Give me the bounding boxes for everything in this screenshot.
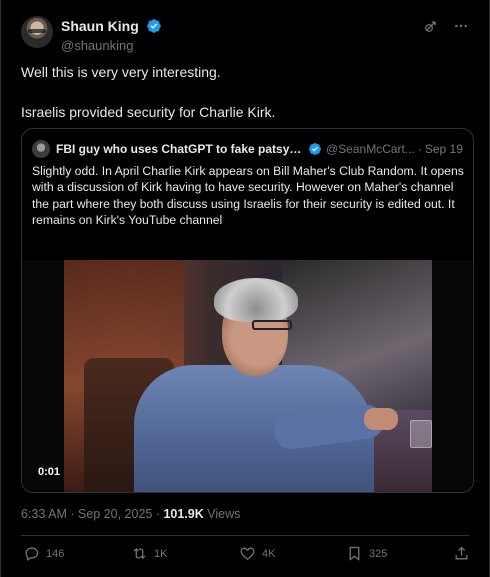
more-icon[interactable] <box>453 18 469 34</box>
share-icon <box>455 546 468 560</box>
bookmark-count: 325 <box>369 547 388 560</box>
quoted-author-avatar[interactable] <box>32 140 50 158</box>
post-frame: Shaun King @shaunking Well this is very … <box>0 0 490 577</box>
author-block[interactable]: Shaun King @shaunking <box>61 17 162 53</box>
views-label: Views <box>203 507 241 521</box>
author-avatar[interactable] <box>21 16 53 48</box>
video-drink-glass <box>410 420 432 448</box>
bookmark-button[interactable]: 325 <box>346 545 387 562</box>
quoted-post-date[interactable]: Sep 19 <box>425 142 463 156</box>
quoted-author-handle[interactable]: @SeanMcCart... <box>326 142 415 156</box>
video-person-hair <box>214 278 298 322</box>
like-count: 4K <box>262 547 276 560</box>
divider <box>21 535 469 536</box>
repost-icon <box>133 547 146 560</box>
verified-badge-icon <box>309 143 321 155</box>
separator-dot: · <box>66 507 78 521</box>
reply-icon <box>25 547 39 562</box>
post-date[interactable]: Sep 20, 2025 <box>78 507 152 521</box>
action-bar: 146 1K 4K 325 <box>23 545 473 565</box>
tweet-line: Israelis provided security for Charlie K… <box>21 104 276 120</box>
repost-button[interactable]: 1K <box>131 545 167 562</box>
tweet-line: Well this is very very interesting. <box>21 64 221 80</box>
video-timestamp: 0:01 <box>38 466 61 478</box>
grok-icon[interactable] <box>423 18 439 34</box>
share-button[interactable] <box>453 545 470 562</box>
video-person-glasses <box>252 320 292 330</box>
post-time[interactable]: 6:33 AM <box>21 507 67 521</box>
heart-icon <box>240 547 255 560</box>
post-header: Shaun King @shaunking <box>21 16 469 53</box>
like-button[interactable]: 4K <box>239 545 275 562</box>
bookmark-icon <box>349 546 360 561</box>
header-actions <box>423 18 469 34</box>
reply-button[interactable]: 146 <box>23 545 64 562</box>
separator-dot: · <box>417 142 422 156</box>
verified-badge-icon <box>147 18 162 33</box>
views-count: 101.9K <box>163 507 204 521</box>
repost-count: 1K <box>154 547 168 560</box>
post-meta: 6:33 AM · Sep 20, 2025 · 101.9K Views <box>21 507 240 521</box>
video-player[interactable]: 0:01 <box>22 260 473 492</box>
quoted-author-name[interactable]: FBI guy who uses ChatGPT to fake patsy c… <box>56 142 304 156</box>
video-frame <box>64 260 432 492</box>
author-display-name[interactable]: Shaun King <box>61 18 139 34</box>
video-person-hand <box>364 408 398 430</box>
quoted-post[interactable]: FBI guy who uses ChatGPT to fake patsy c… <box>21 128 474 493</box>
reply-count: 146 <box>46 547 65 560</box>
separator-dot: · <box>152 507 164 521</box>
quoted-post-text: Slightly odd. In April Charlie Kirk appe… <box>32 164 464 228</box>
author-handle[interactable]: @shaunking <box>61 38 162 53</box>
quoted-post-header: FBI guy who uses ChatGPT to fake patsy c… <box>32 140 463 158</box>
